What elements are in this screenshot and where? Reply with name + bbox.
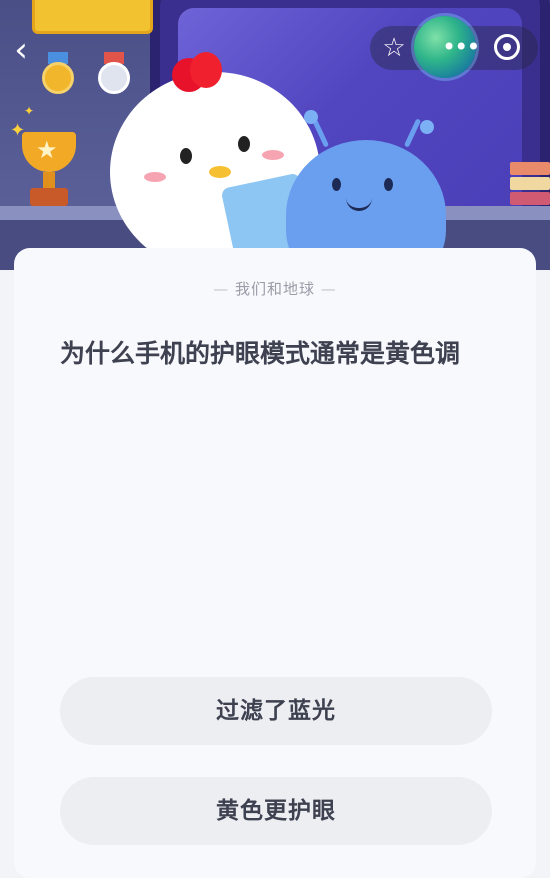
trophy-icon: ★ [18,132,80,208]
sparkle-icon: ✦ [24,104,35,118]
question-text: 为什么手机的护眼模式通常是黄色调 [60,339,461,368]
gold-medal-icon [40,52,76,94]
silver-medal-icon [96,52,132,94]
books-illustration [510,162,550,208]
answer-option-1[interactable]: 过滤了蓝光 [60,677,492,745]
back-chevron-icon[interactable]: ‹ [6,30,36,70]
target-icon[interactable] [494,34,520,60]
more-icon[interactable]: ••• [442,30,480,66]
category-label: — 我们和地球 — [213,280,337,298]
answer-option-2[interactable]: 黄色更护眼 [60,777,492,845]
award-plaque-illustration [32,0,153,34]
star-icon[interactable]: ☆ [376,30,412,66]
